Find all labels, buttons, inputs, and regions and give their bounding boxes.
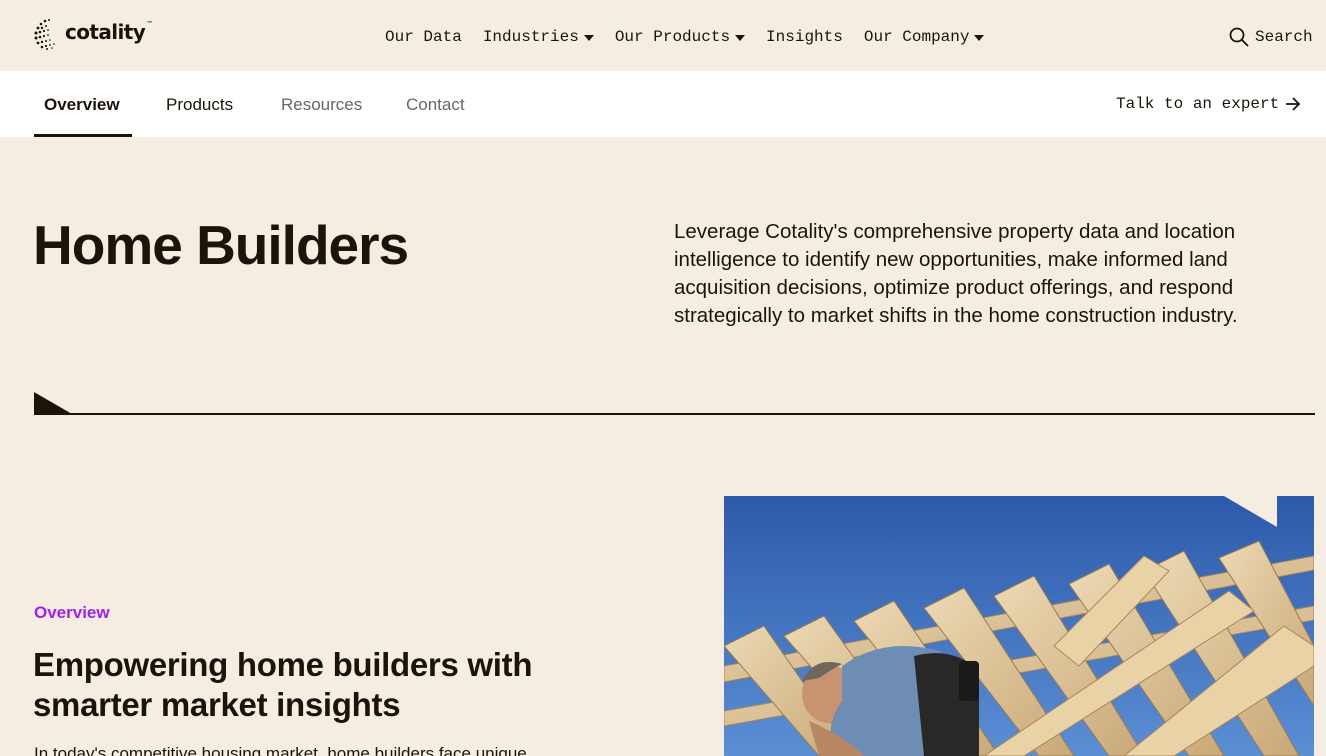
hero-photo-roof-framing [724,496,1314,756]
nav-item-insights[interactable]: Insights [766,28,843,46]
main-menu: Our Data Industries Our Products Insight… [385,28,1005,46]
top-navigation: cotality™ Our Data Industries Our Produc… [0,0,1326,71]
hero-description: Leverage Cotality's comprehensive proper… [674,220,1238,327]
page-title: Home Builders [33,214,409,276]
nav-item-industries[interactable]: Industries [483,28,594,46]
section-body: In today's competitive housing market, h… [34,744,527,756]
nav-item-our-company[interactable]: Our Company [864,28,985,46]
talk-to-expert-link[interactable]: Talk to an expert [1116,95,1301,113]
chevron-down-icon [735,35,746,41]
nav-item-label: Insights [766,28,843,46]
talk-to-expert-label: Talk to an expert [1116,95,1280,113]
section-divider [34,392,1315,415]
chevron-down-icon [583,35,594,41]
brand-wordmark: cotality™ [65,20,153,44]
arrow-right-icon [1286,97,1301,111]
nav-item-label: Industries [482,28,579,46]
search-label: Search [1255,28,1313,46]
tab-overview[interactable]: Overview [44,95,120,115]
roof-builder-image [724,496,1314,756]
nav-item-our-data[interactable]: Our Data [385,28,462,46]
page-subnav: Overview Products Resources Contact Talk… [0,71,1326,137]
tab-contact[interactable]: Contact [406,95,465,115]
section-eyebrow: Overview [34,603,110,622]
chevron-down-icon [974,35,985,41]
section-title: Empowering home builders with smarter ma… [33,646,533,723]
brand-logo[interactable]: cotality™ [33,17,153,51]
cotality-logo-icon [34,19,55,50]
nav-item-label: Our Company [863,28,970,46]
tab-resources[interactable]: Resources [281,95,362,115]
active-tab-indicator [34,134,132,137]
search-button[interactable]: Search [1229,27,1313,47]
tab-products[interactable]: Products [166,95,233,115]
nav-item-label: Our Products [614,28,731,46]
nav-item-our-products[interactable]: Our Products [614,28,746,46]
search-icon [1229,27,1249,47]
nav-item-label: Our Data [385,28,462,46]
